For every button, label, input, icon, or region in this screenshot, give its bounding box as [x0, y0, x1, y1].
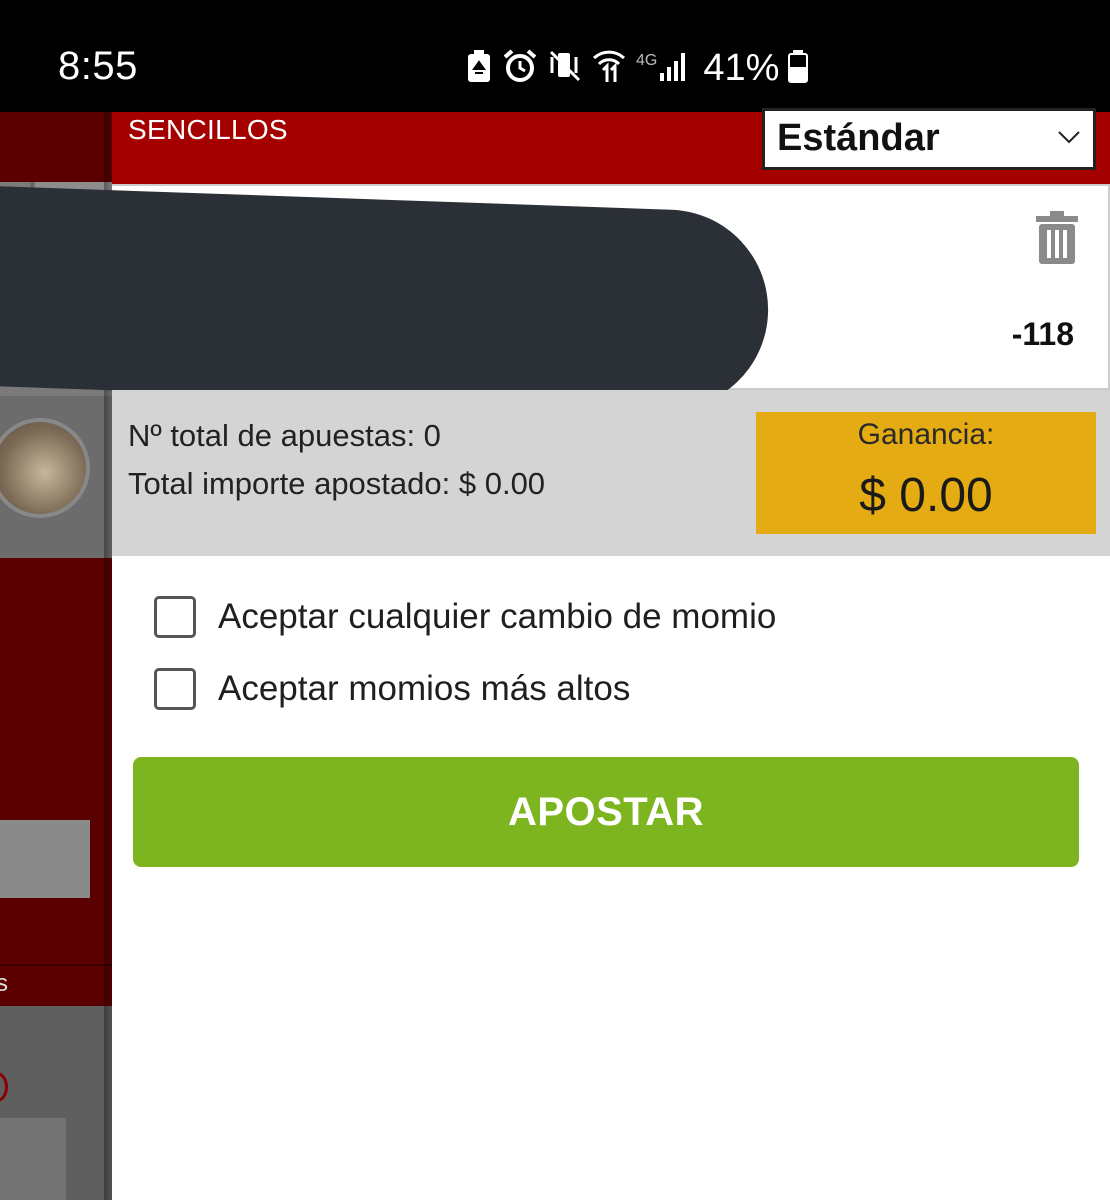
baseball-player-avatar — [0, 418, 90, 518]
background-panel: s — [0, 558, 112, 1006]
stake-mode-value: Estándar — [777, 117, 940, 159]
background-button — [0, 820, 90, 898]
status-icons: 4G 41% — [466, 46, 819, 90]
gain-label: Ganancia: — [857, 418, 995, 451]
total-staked-text: Total importe apostado: $ 0.00 — [128, 466, 546, 501]
accept-any-odds-change-option[interactable]: Aceptar cualquier cambio de momio — [154, 592, 776, 642]
vibrate-mute-icon — [548, 49, 582, 88]
accept-higher-odds-label: Aceptar momios más altos — [218, 669, 631, 708]
bet-slip-header: SENCILLOS Estándar — [112, 108, 1110, 184]
redaction-overlay — [0, 186, 772, 414]
battery-percent: 41% — [703, 46, 780, 89]
accept-any-odds-change-checkbox[interactable] — [154, 596, 196, 638]
total-bets-text: Nº total de apuestas: 0 — [128, 418, 441, 453]
background-row — [0, 396, 112, 558]
background-header — [0, 112, 112, 182]
bet-selection-card: -118 — [0, 184, 1110, 446]
bet-summary: Nº total de apuestas: 0 Total importe ap… — [112, 390, 1110, 556]
status-time: 8:55 — [58, 44, 138, 88]
bet-slip-panel: SENCILLOS Estándar -118 Nº total de apue… — [0, 108, 1110, 1200]
place-bet-button[interactable]: APOSTAR — [133, 757, 1079, 867]
signal-icon — [659, 51, 689, 86]
network-label: 4G — [636, 52, 658, 69]
background-divider — [0, 964, 112, 966]
selection-odds: -118 — [1011, 316, 1074, 352]
accept-any-odds-change-label: Aceptar cualquier cambio de momio — [218, 597, 777, 636]
battery-icon — [787, 49, 809, 88]
trash-icon[interactable] — [1032, 210, 1082, 266]
bet-type-title: SENCILLOS — [128, 114, 288, 145]
screen: 8:55 4G 41% s SENCILLOS Estándar -118 Nº… — [0, 0, 1110, 1200]
accept-higher-odds-option[interactable]: Aceptar momios más altos — [154, 664, 630, 714]
alarm-icon — [502, 48, 538, 88]
gain-box: Ganancia: $ 0.00 — [756, 412, 1096, 534]
background-partial-glyph — [0, 1072, 8, 1102]
background-box — [0, 1118, 66, 1200]
gain-value: $ 0.00 — [859, 469, 993, 522]
chevron-down-icon — [1058, 131, 1080, 144]
accept-higher-odds-checkbox[interactable] — [154, 668, 196, 710]
network-4g-icon: 4G — [636, 52, 657, 70]
status-bar: 8:55 4G 41% — [0, 0, 1110, 112]
wifi-calling-icon — [592, 48, 626, 89]
stake-mode-select[interactable]: Estándar — [762, 108, 1096, 170]
background-partial-label: s — [0, 970, 8, 997]
battery-saver-icon — [466, 49, 492, 88]
background-row — [0, 1006, 112, 1200]
